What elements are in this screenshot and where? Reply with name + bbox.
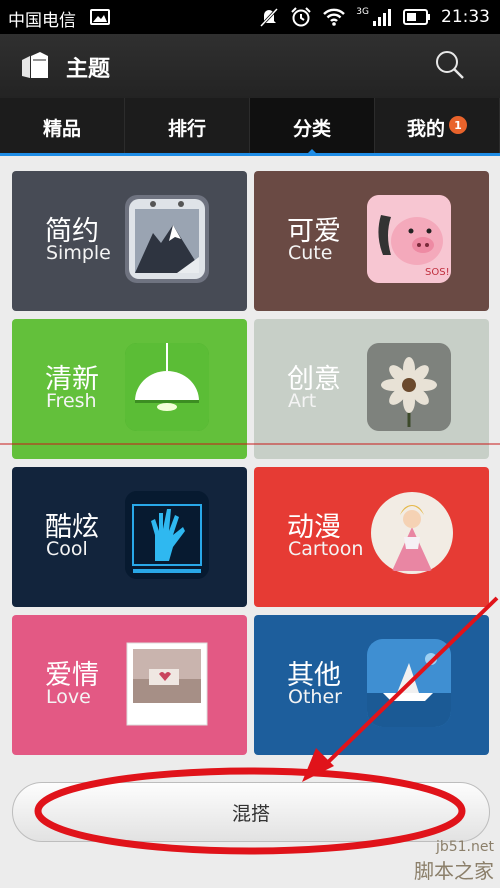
app-bar: 主题	[0, 34, 500, 98]
category-subtitle: Cool	[46, 538, 88, 560]
mountain-picture-icon	[125, 195, 209, 283]
gallery-notification-icon	[90, 9, 110, 25]
tab-underline	[0, 153, 500, 156]
notification-badge: 1	[449, 116, 467, 134]
flower-icon	[367, 343, 451, 431]
watermark: jb51.net 脚本之家	[414, 839, 494, 884]
cartoon-girl-icon	[370, 491, 454, 575]
category-card-art[interactable]: 创意 Art	[254, 319, 489, 459]
watermark-url: jb51.net	[435, 839, 494, 855]
tab-category[interactable]: 分类	[250, 98, 375, 156]
paper-boat-icon	[367, 639, 451, 727]
status-bar: 中国电信 3G 21:33	[0, 0, 500, 34]
category-card-cartoon[interactable]: 动漫 Cartoon	[254, 467, 489, 607]
category-card-simple[interactable]: 简约 Simple	[12, 171, 247, 311]
category-card-love[interactable]: 爱情 Love	[12, 615, 247, 755]
tab-mine[interactable]: 我的 1	[375, 98, 500, 156]
category-card-other[interactable]: 其他 Other	[254, 615, 489, 755]
category-subtitle: Cute	[288, 242, 333, 264]
wifi-icon	[323, 8, 346, 26]
battery-icon	[403, 9, 430, 25]
tab-bar: 精品 排行 分类 我的 1	[0, 98, 500, 156]
hand-scan-icon	[125, 491, 209, 579]
tab-label: 精品	[42, 117, 81, 140]
theme-book-icon	[22, 52, 48, 78]
tab-label: 我的	[406, 117, 445, 140]
watermark-site: 脚本之家	[414, 859, 494, 883]
network-type-label: 3G	[356, 7, 369, 17]
search-icon[interactable]	[434, 49, 466, 81]
alarm-icon	[291, 7, 312, 27]
tab-ranking[interactable]: 排行	[125, 98, 250, 156]
signal-icon	[373, 9, 391, 26]
mix-button[interactable]: 混搭	[12, 782, 490, 842]
category-card-cute[interactable]: 可爱 Cute SOS!	[254, 171, 489, 311]
pig-phone-icon: SOS!	[367, 195, 451, 283]
svg-text:SOS!: SOS!	[425, 267, 450, 278]
category-subtitle: Love	[46, 686, 91, 708]
category-card-cool[interactable]: 酷炫 Cool	[12, 467, 247, 607]
page-title: 主题	[66, 57, 111, 82]
category-subtitle: Cartoon	[288, 538, 364, 560]
carrier-label: 中国电信	[8, 11, 76, 31]
mix-button-label: 混搭	[231, 802, 270, 825]
clock: 21:33	[441, 7, 490, 27]
tab-label: 排行	[167, 117, 206, 140]
category-subtitle: Fresh	[46, 390, 97, 412]
category-card-fresh[interactable]: 清新 Fresh	[12, 319, 247, 459]
category-subtitle: Simple	[46, 242, 111, 264]
lamp-icon	[125, 343, 209, 431]
status-icons: 3G 21:33	[258, 6, 490, 28]
category-subtitle: Art	[288, 390, 317, 412]
mute-icon	[260, 7, 279, 28]
tab-label: 分类	[292, 117, 331, 140]
love-photo-icon	[125, 639, 209, 727]
tab-featured[interactable]: 精品	[0, 98, 125, 156]
category-subtitle: Other	[288, 686, 342, 708]
